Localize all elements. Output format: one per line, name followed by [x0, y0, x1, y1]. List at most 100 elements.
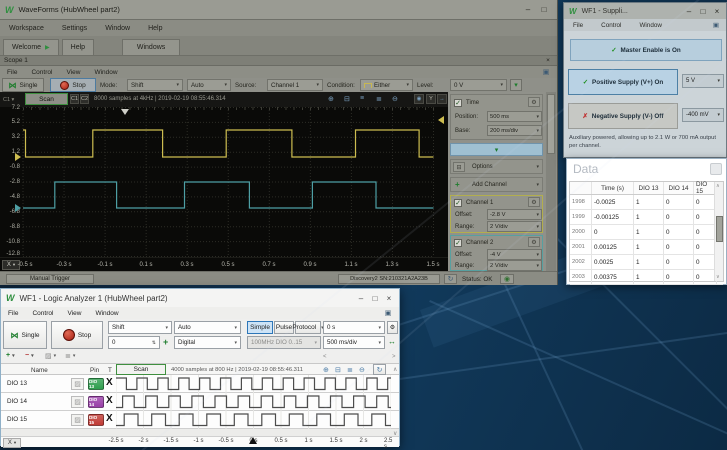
logic-title-bar[interactable]: W WF1 - Logic Analyzer 1 (HubWheel part2… — [1, 289, 399, 307]
channel1-toggle-button[interactable]: C1 — [70, 94, 79, 104]
logic-stop-button[interactable]: Stop — [51, 321, 103, 349]
table-row[interactable]: 2000 0 1 0 0 — [570, 225, 723, 240]
export-arrow-button[interactable]: → — [437, 94, 447, 104]
logic-buffer-spinner[interactable]: 0⇅ — [108, 336, 160, 349]
menu-help[interactable]: Help — [139, 20, 171, 36]
maximize-icon[interactable]: □ — [696, 6, 710, 17]
channel2-range-input[interactable]: 2 V/div▾ — [487, 260, 542, 271]
pointer-mode-button[interactable]: ◉ — [414, 94, 424, 104]
menu-settings[interactable]: Settings — [53, 20, 96, 36]
logic-single-button[interactable]: ⋈ Single — [3, 321, 47, 349]
edit-icon[interactable]: ▨ — [71, 396, 84, 408]
scope-title-bar[interactable]: Scope 1 × — [0, 56, 557, 66]
edit-icon[interactable]: ▨ — [71, 414, 84, 426]
logic-trigger-select[interactable]: Auto▾ — [174, 321, 241, 334]
pin-column-header[interactable]: Pin — [90, 367, 99, 374]
col-time[interactable]: Time (s) — [592, 182, 634, 194]
scope-mode-select[interactable]: Shift▾ — [127, 79, 183, 91]
remove-row-icon[interactable]: −▾ — [25, 352, 34, 359]
scroll-left-icon[interactable]: < — [323, 354, 327, 360]
menu-window[interactable]: Window — [96, 20, 139, 36]
master-enable-button[interactable]: ✓ Master Enable is On — [570, 39, 722, 61]
trigger-level-marker[interactable] — [438, 116, 444, 124]
minimize-icon[interactable]: – — [521, 4, 535, 15]
trigger-protocol-button[interactable]: Protocol▾ — [295, 321, 321, 334]
time-checkbox[interactable]: ✓ — [454, 99, 462, 107]
dio13-waveform[interactable] — [116, 375, 391, 393]
options-group[interactable]: ⊟ Options ▾ — [450, 159, 543, 174]
refresh-device-button[interactable]: ↻ — [444, 274, 457, 284]
data-scrollbar[interactable]: ∧ ∨ — [714, 182, 723, 281]
logic-position-marker[interactable] — [249, 437, 257, 444]
edit-row-icon[interactable]: ▨▾ — [45, 352, 56, 360]
name-column-header[interactable]: Name — [31, 367, 48, 374]
trigger-pulse-button[interactable]: Pulse — [274, 321, 294, 334]
panel-scrollbar[interactable] — [546, 92, 556, 271]
data-scrollbar-thumb[interactable] — [716, 216, 723, 242]
dio14-waveform[interactable] — [116, 393, 391, 411]
supplies-detach-icon[interactable]: ▣ — [709, 21, 723, 30]
fit-width-icon[interactable]: ↔ — [388, 337, 396, 346]
zoom-out-icon[interactable]: ⊖ — [359, 366, 365, 374]
positive-voltage-select[interactable]: 5 V▾ — [682, 74, 724, 88]
channel1-offset-marker[interactable] — [15, 153, 21, 161]
manual-trigger-button[interactable]: Manual Trigger — [6, 274, 94, 284]
channel1-checkbox[interactable]: ✓ — [454, 199, 462, 207]
logic-signal-type-select[interactable]: Digital▾ — [174, 336, 241, 349]
channel2-toggle-button[interactable]: C2 — [80, 94, 89, 104]
scroll-up-icon[interactable]: ∧ — [393, 366, 397, 373]
tab-help[interactable]: Help — [62, 39, 94, 55]
signal-row-dio14[interactable]: DIO 14 ▨ DIO 14 X — [1, 393, 399, 411]
channel2-offset-input[interactable]: -4 V▾ — [487, 249, 542, 260]
scope-menu-control[interactable]: Control — [24, 66, 59, 78]
y-cursor-button[interactable]: Y — [426, 94, 436, 104]
logic-hscrollbar[interactable]: ∨ — [1, 429, 399, 437]
negative-supply-button[interactable]: ✗ Negative Supply (V-) Off — [568, 103, 678, 129]
zoom-out-icon[interactable]: ⊖ — [392, 95, 398, 103]
trigger-x-cell[interactable]: X — [106, 413, 113, 424]
pin-badge[interactable]: DIO 15 — [88, 414, 104, 426]
logic-menu-view[interactable]: View — [60, 307, 88, 319]
trigger-x-cell[interactable]: X — [106, 395, 113, 406]
signal-row-dio15[interactable]: DIO 15 ▨ DIO 15 X — [1, 411, 399, 429]
edit-icon[interactable]: ▨ — [71, 378, 84, 390]
refresh-view-button[interactable]: ↻ — [373, 364, 386, 375]
scope-close-icon[interactable]: × — [541, 56, 555, 65]
scroll-up-icon[interactable]: ∧ — [716, 183, 720, 189]
signal-row-dio13[interactable]: DIO 13 ▨ DIO 13 X — [1, 375, 399, 393]
main-title-bar[interactable]: W WaveForms (HubWheel part2) – □ — [0, 0, 557, 20]
add-signal-icon[interactable]: + — [163, 337, 168, 347]
logic-menu-control[interactable]: Control — [25, 307, 60, 319]
minimize-icon[interactable]: – — [682, 6, 696, 17]
table-row[interactable]: 1999 -0.00125 1 0 0 — [570, 210, 723, 225]
zoom-in-icon[interactable]: ⊕ — [328, 95, 334, 103]
scope-menu-file[interactable]: File — [0, 66, 24, 78]
cursors-icon[interactable]: ≣ — [347, 366, 353, 374]
channel1-offset-input[interactable]: -2.8 V▾ — [487, 209, 542, 220]
panel-scrollbar-thumb[interactable] — [547, 94, 555, 154]
pin-badge[interactable]: DIO 13 — [88, 378, 104, 390]
logic-menu-file[interactable]: File — [1, 307, 25, 319]
supplies-menu-file[interactable]: File — [564, 19, 592, 31]
supplies-title-bar[interactable]: W WF1 - Suppli... – □ × — [564, 3, 726, 19]
maximize-icon[interactable]: □ — [368, 293, 382, 304]
trigger-column-header[interactable]: T — [108, 367, 112, 374]
time-position-input[interactable]: 500 ms▾ — [487, 111, 542, 122]
minimize-icon[interactable]: – — [354, 293, 368, 304]
tab-windows[interactable]: Windows — [122, 39, 180, 55]
measure-lines-icon[interactable]: ≡ — [360, 95, 364, 102]
table-row[interactable]: 2003 0.00375 1 0 0 — [570, 270, 723, 285]
trigger-x-cell[interactable]: X — [106, 377, 113, 388]
scope-acquire-select[interactable]: Auto▾ — [187, 79, 231, 91]
menu-workspace[interactable]: Workspace — [0, 20, 53, 36]
scope-level-input[interactable]: 0 V▾ — [450, 79, 507, 91]
scroll-right-icon[interactable]: > — [392, 354, 396, 360]
scope-stop-button[interactable]: Stop — [50, 78, 96, 92]
trigger-simple-button[interactable]: Simple — [247, 321, 273, 334]
table-row[interactable]: 2001 0.00125 1 0 0 — [570, 240, 723, 255]
logic-rate-select[interactable]: 100MHz DIO 0..15▾ — [247, 336, 321, 349]
logic-x-axis-button[interactable]: X▾ — [3, 438, 21, 448]
channel2-gear-button[interactable]: ⚙ — [528, 237, 540, 247]
scope-menu-view[interactable]: View — [59, 66, 87, 78]
scope-vertical-axis-select[interactable]: C1 ▾ — [3, 97, 14, 103]
